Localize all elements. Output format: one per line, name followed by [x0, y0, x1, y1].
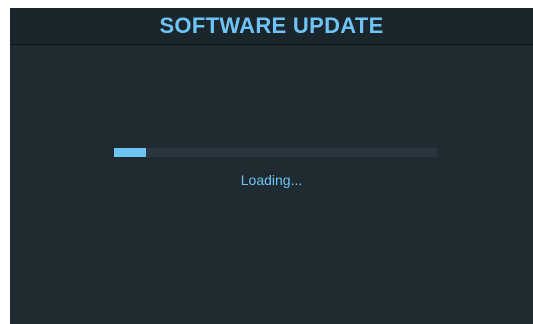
progress-bar-fill: [114, 148, 146, 157]
update-screen: SOFTWARE UPDATE Loading...: [10, 8, 533, 324]
header-bar: SOFTWARE UPDATE: [10, 8, 533, 45]
progress-bar: [114, 148, 437, 157]
status-text: Loading...: [240, 172, 303, 188]
page-title: SOFTWARE UPDATE: [159, 13, 384, 38]
